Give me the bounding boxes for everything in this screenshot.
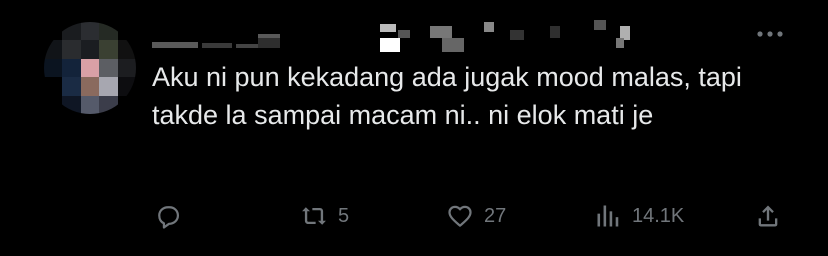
share-button[interactable] — [754, 196, 782, 236]
avatar[interactable] — [44, 22, 136, 114]
views-chart-icon — [597, 205, 619, 227]
retweet-button[interactable]: 5 — [300, 196, 349, 236]
retweet-icon — [302, 207, 326, 225]
like-count: 27 — [484, 204, 507, 227]
like-button[interactable]: 27 — [446, 196, 506, 236]
share-icon — [758, 205, 778, 227]
tweet-actions: 5 27 14.1K — [0, 196, 828, 236]
more-horizontal-icon — [757, 31, 783, 37]
reply-icon — [158, 206, 180, 229]
retweet-count: 5 — [338, 204, 350, 227]
more-options-icon[interactable] — [752, 22, 788, 46]
views-button[interactable]: 14.1K — [594, 196, 684, 236]
display-name-censored[interactable] — [150, 20, 640, 54]
tweet-text: Aku ni pun kekadang ada jugak mood malas… — [152, 62, 742, 130]
tweet-card[interactable]: Aku ni pun kekadang ada jugak mood malas… — [0, 0, 828, 256]
views-count: 14.1K — [632, 204, 685, 227]
heart-icon — [448, 205, 472, 227]
reply-button[interactable] — [154, 196, 192, 236]
